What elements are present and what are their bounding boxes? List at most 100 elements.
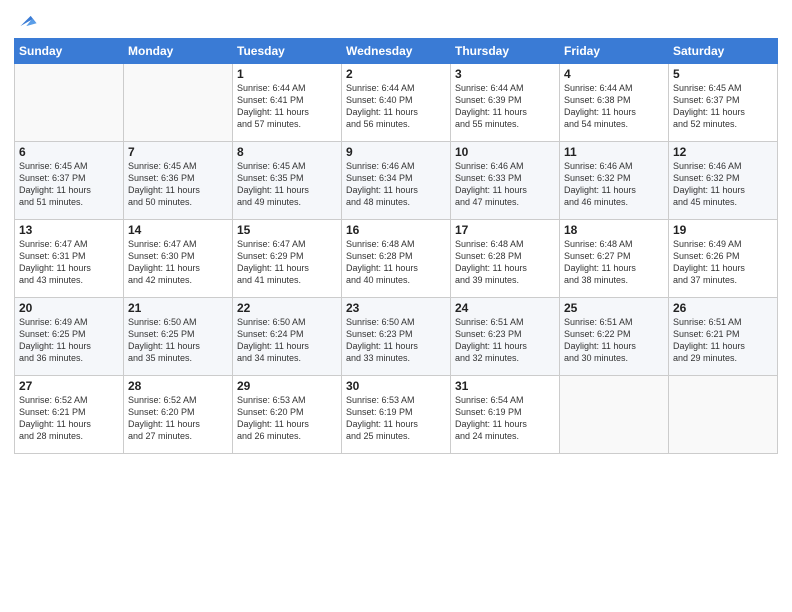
weekday-header: Wednesday (342, 39, 451, 64)
day-number: 20 (19, 301, 119, 315)
calendar-cell: 14Sunrise: 6:47 AM Sunset: 6:30 PM Dayli… (124, 220, 233, 298)
day-number: 8 (237, 145, 337, 159)
calendar-cell: 29Sunrise: 6:53 AM Sunset: 6:20 PM Dayli… (233, 376, 342, 454)
cell-info: Sunrise: 6:51 AM Sunset: 6:23 PM Dayligh… (455, 316, 555, 365)
cell-info: Sunrise: 6:49 AM Sunset: 6:25 PM Dayligh… (19, 316, 119, 365)
day-number: 27 (19, 379, 119, 393)
cell-info: Sunrise: 6:45 AM Sunset: 6:37 PM Dayligh… (19, 160, 119, 209)
cell-info: Sunrise: 6:54 AM Sunset: 6:19 PM Dayligh… (455, 394, 555, 443)
calendar-cell: 6Sunrise: 6:45 AM Sunset: 6:37 PM Daylig… (15, 142, 124, 220)
calendar-cell: 31Sunrise: 6:54 AM Sunset: 6:19 PM Dayli… (451, 376, 560, 454)
weekday-header: Thursday (451, 39, 560, 64)
calendar-cell (15, 64, 124, 142)
cell-info: Sunrise: 6:44 AM Sunset: 6:39 PM Dayligh… (455, 82, 555, 131)
cell-info: Sunrise: 6:44 AM Sunset: 6:41 PM Dayligh… (237, 82, 337, 131)
calendar-cell: 8Sunrise: 6:45 AM Sunset: 6:35 PM Daylig… (233, 142, 342, 220)
cell-info: Sunrise: 6:48 AM Sunset: 6:28 PM Dayligh… (346, 238, 446, 287)
calendar-cell: 10Sunrise: 6:46 AM Sunset: 6:33 PM Dayli… (451, 142, 560, 220)
day-number: 4 (564, 67, 664, 81)
cell-info: Sunrise: 6:48 AM Sunset: 6:27 PM Dayligh… (564, 238, 664, 287)
day-number: 31 (455, 379, 555, 393)
day-number: 11 (564, 145, 664, 159)
calendar-cell: 20Sunrise: 6:49 AM Sunset: 6:25 PM Dayli… (15, 298, 124, 376)
calendar-cell: 2Sunrise: 6:44 AM Sunset: 6:40 PM Daylig… (342, 64, 451, 142)
weekday-header: Monday (124, 39, 233, 64)
day-number: 30 (346, 379, 446, 393)
calendar-cell: 23Sunrise: 6:50 AM Sunset: 6:23 PM Dayli… (342, 298, 451, 376)
day-number: 2 (346, 67, 446, 81)
day-number: 7 (128, 145, 228, 159)
calendar-cell (669, 376, 778, 454)
day-number: 22 (237, 301, 337, 315)
cell-info: Sunrise: 6:47 AM Sunset: 6:31 PM Dayligh… (19, 238, 119, 287)
day-number: 25 (564, 301, 664, 315)
cell-info: Sunrise: 6:45 AM Sunset: 6:36 PM Dayligh… (128, 160, 228, 209)
calendar-cell: 18Sunrise: 6:48 AM Sunset: 6:27 PM Dayli… (560, 220, 669, 298)
calendar-cell: 17Sunrise: 6:48 AM Sunset: 6:28 PM Dayli… (451, 220, 560, 298)
day-number: 24 (455, 301, 555, 315)
calendar-cell: 11Sunrise: 6:46 AM Sunset: 6:32 PM Dayli… (560, 142, 669, 220)
calendar-cell: 25Sunrise: 6:51 AM Sunset: 6:22 PM Dayli… (560, 298, 669, 376)
day-number: 29 (237, 379, 337, 393)
day-number: 10 (455, 145, 555, 159)
calendar-cell: 24Sunrise: 6:51 AM Sunset: 6:23 PM Dayli… (451, 298, 560, 376)
calendar-cell: 7Sunrise: 6:45 AM Sunset: 6:36 PM Daylig… (124, 142, 233, 220)
day-number: 28 (128, 379, 228, 393)
cell-info: Sunrise: 6:45 AM Sunset: 6:37 PM Dayligh… (673, 82, 773, 131)
calendar-cell: 9Sunrise: 6:46 AM Sunset: 6:34 PM Daylig… (342, 142, 451, 220)
cell-info: Sunrise: 6:50 AM Sunset: 6:24 PM Dayligh… (237, 316, 337, 365)
cell-info: Sunrise: 6:46 AM Sunset: 6:32 PM Dayligh… (564, 160, 664, 209)
cell-info: Sunrise: 6:51 AM Sunset: 6:22 PM Dayligh… (564, 316, 664, 365)
cell-info: Sunrise: 6:46 AM Sunset: 6:33 PM Dayligh… (455, 160, 555, 209)
cell-info: Sunrise: 6:47 AM Sunset: 6:30 PM Dayligh… (128, 238, 228, 287)
day-number: 23 (346, 301, 446, 315)
calendar-cell: 27Sunrise: 6:52 AM Sunset: 6:21 PM Dayli… (15, 376, 124, 454)
calendar-cell: 22Sunrise: 6:50 AM Sunset: 6:24 PM Dayli… (233, 298, 342, 376)
weekday-header: Friday (560, 39, 669, 64)
calendar-cell: 26Sunrise: 6:51 AM Sunset: 6:21 PM Dayli… (669, 298, 778, 376)
calendar-cell: 19Sunrise: 6:49 AM Sunset: 6:26 PM Dayli… (669, 220, 778, 298)
cell-info: Sunrise: 6:49 AM Sunset: 6:26 PM Dayligh… (673, 238, 773, 287)
cell-info: Sunrise: 6:53 AM Sunset: 6:19 PM Dayligh… (346, 394, 446, 443)
page: SundayMondayTuesdayWednesdayThursdayFrid… (0, 0, 792, 612)
calendar-cell: 15Sunrise: 6:47 AM Sunset: 6:29 PM Dayli… (233, 220, 342, 298)
calendar-cell: 1Sunrise: 6:44 AM Sunset: 6:41 PM Daylig… (233, 64, 342, 142)
day-number: 16 (346, 223, 446, 237)
calendar-cell: 4Sunrise: 6:44 AM Sunset: 6:38 PM Daylig… (560, 64, 669, 142)
calendar-cell: 3Sunrise: 6:44 AM Sunset: 6:39 PM Daylig… (451, 64, 560, 142)
header (14, 10, 778, 32)
day-number: 5 (673, 67, 773, 81)
day-number: 19 (673, 223, 773, 237)
day-number: 17 (455, 223, 555, 237)
weekday-header: Tuesday (233, 39, 342, 64)
day-number: 3 (455, 67, 555, 81)
day-number: 9 (346, 145, 446, 159)
day-number: 21 (128, 301, 228, 315)
day-number: 6 (19, 145, 119, 159)
calendar-cell: 13Sunrise: 6:47 AM Sunset: 6:31 PM Dayli… (15, 220, 124, 298)
calendar-cell: 28Sunrise: 6:52 AM Sunset: 6:20 PM Dayli… (124, 376, 233, 454)
cell-info: Sunrise: 6:47 AM Sunset: 6:29 PM Dayligh… (237, 238, 337, 287)
cell-info: Sunrise: 6:52 AM Sunset: 6:21 PM Dayligh… (19, 394, 119, 443)
day-number: 13 (19, 223, 119, 237)
cell-info: Sunrise: 6:50 AM Sunset: 6:23 PM Dayligh… (346, 316, 446, 365)
calendar-cell: 5Sunrise: 6:45 AM Sunset: 6:37 PM Daylig… (669, 64, 778, 142)
logo-icon (16, 10, 38, 32)
cell-info: Sunrise: 6:46 AM Sunset: 6:34 PM Dayligh… (346, 160, 446, 209)
calendar-cell: 12Sunrise: 6:46 AM Sunset: 6:32 PM Dayli… (669, 142, 778, 220)
calendar-cell: 21Sunrise: 6:50 AM Sunset: 6:25 PM Dayli… (124, 298, 233, 376)
weekday-header: Saturday (669, 39, 778, 64)
calendar-cell: 30Sunrise: 6:53 AM Sunset: 6:19 PM Dayli… (342, 376, 451, 454)
cell-info: Sunrise: 6:46 AM Sunset: 6:32 PM Dayligh… (673, 160, 773, 209)
day-number: 18 (564, 223, 664, 237)
day-number: 12 (673, 145, 773, 159)
cell-info: Sunrise: 6:52 AM Sunset: 6:20 PM Dayligh… (128, 394, 228, 443)
cell-info: Sunrise: 6:50 AM Sunset: 6:25 PM Dayligh… (128, 316, 228, 365)
calendar-cell: 16Sunrise: 6:48 AM Sunset: 6:28 PM Dayli… (342, 220, 451, 298)
calendar-table: SundayMondayTuesdayWednesdayThursdayFrid… (14, 38, 778, 454)
day-number: 1 (237, 67, 337, 81)
day-number: 15 (237, 223, 337, 237)
cell-info: Sunrise: 6:44 AM Sunset: 6:40 PM Dayligh… (346, 82, 446, 131)
cell-info: Sunrise: 6:44 AM Sunset: 6:38 PM Dayligh… (564, 82, 664, 131)
day-number: 14 (128, 223, 228, 237)
